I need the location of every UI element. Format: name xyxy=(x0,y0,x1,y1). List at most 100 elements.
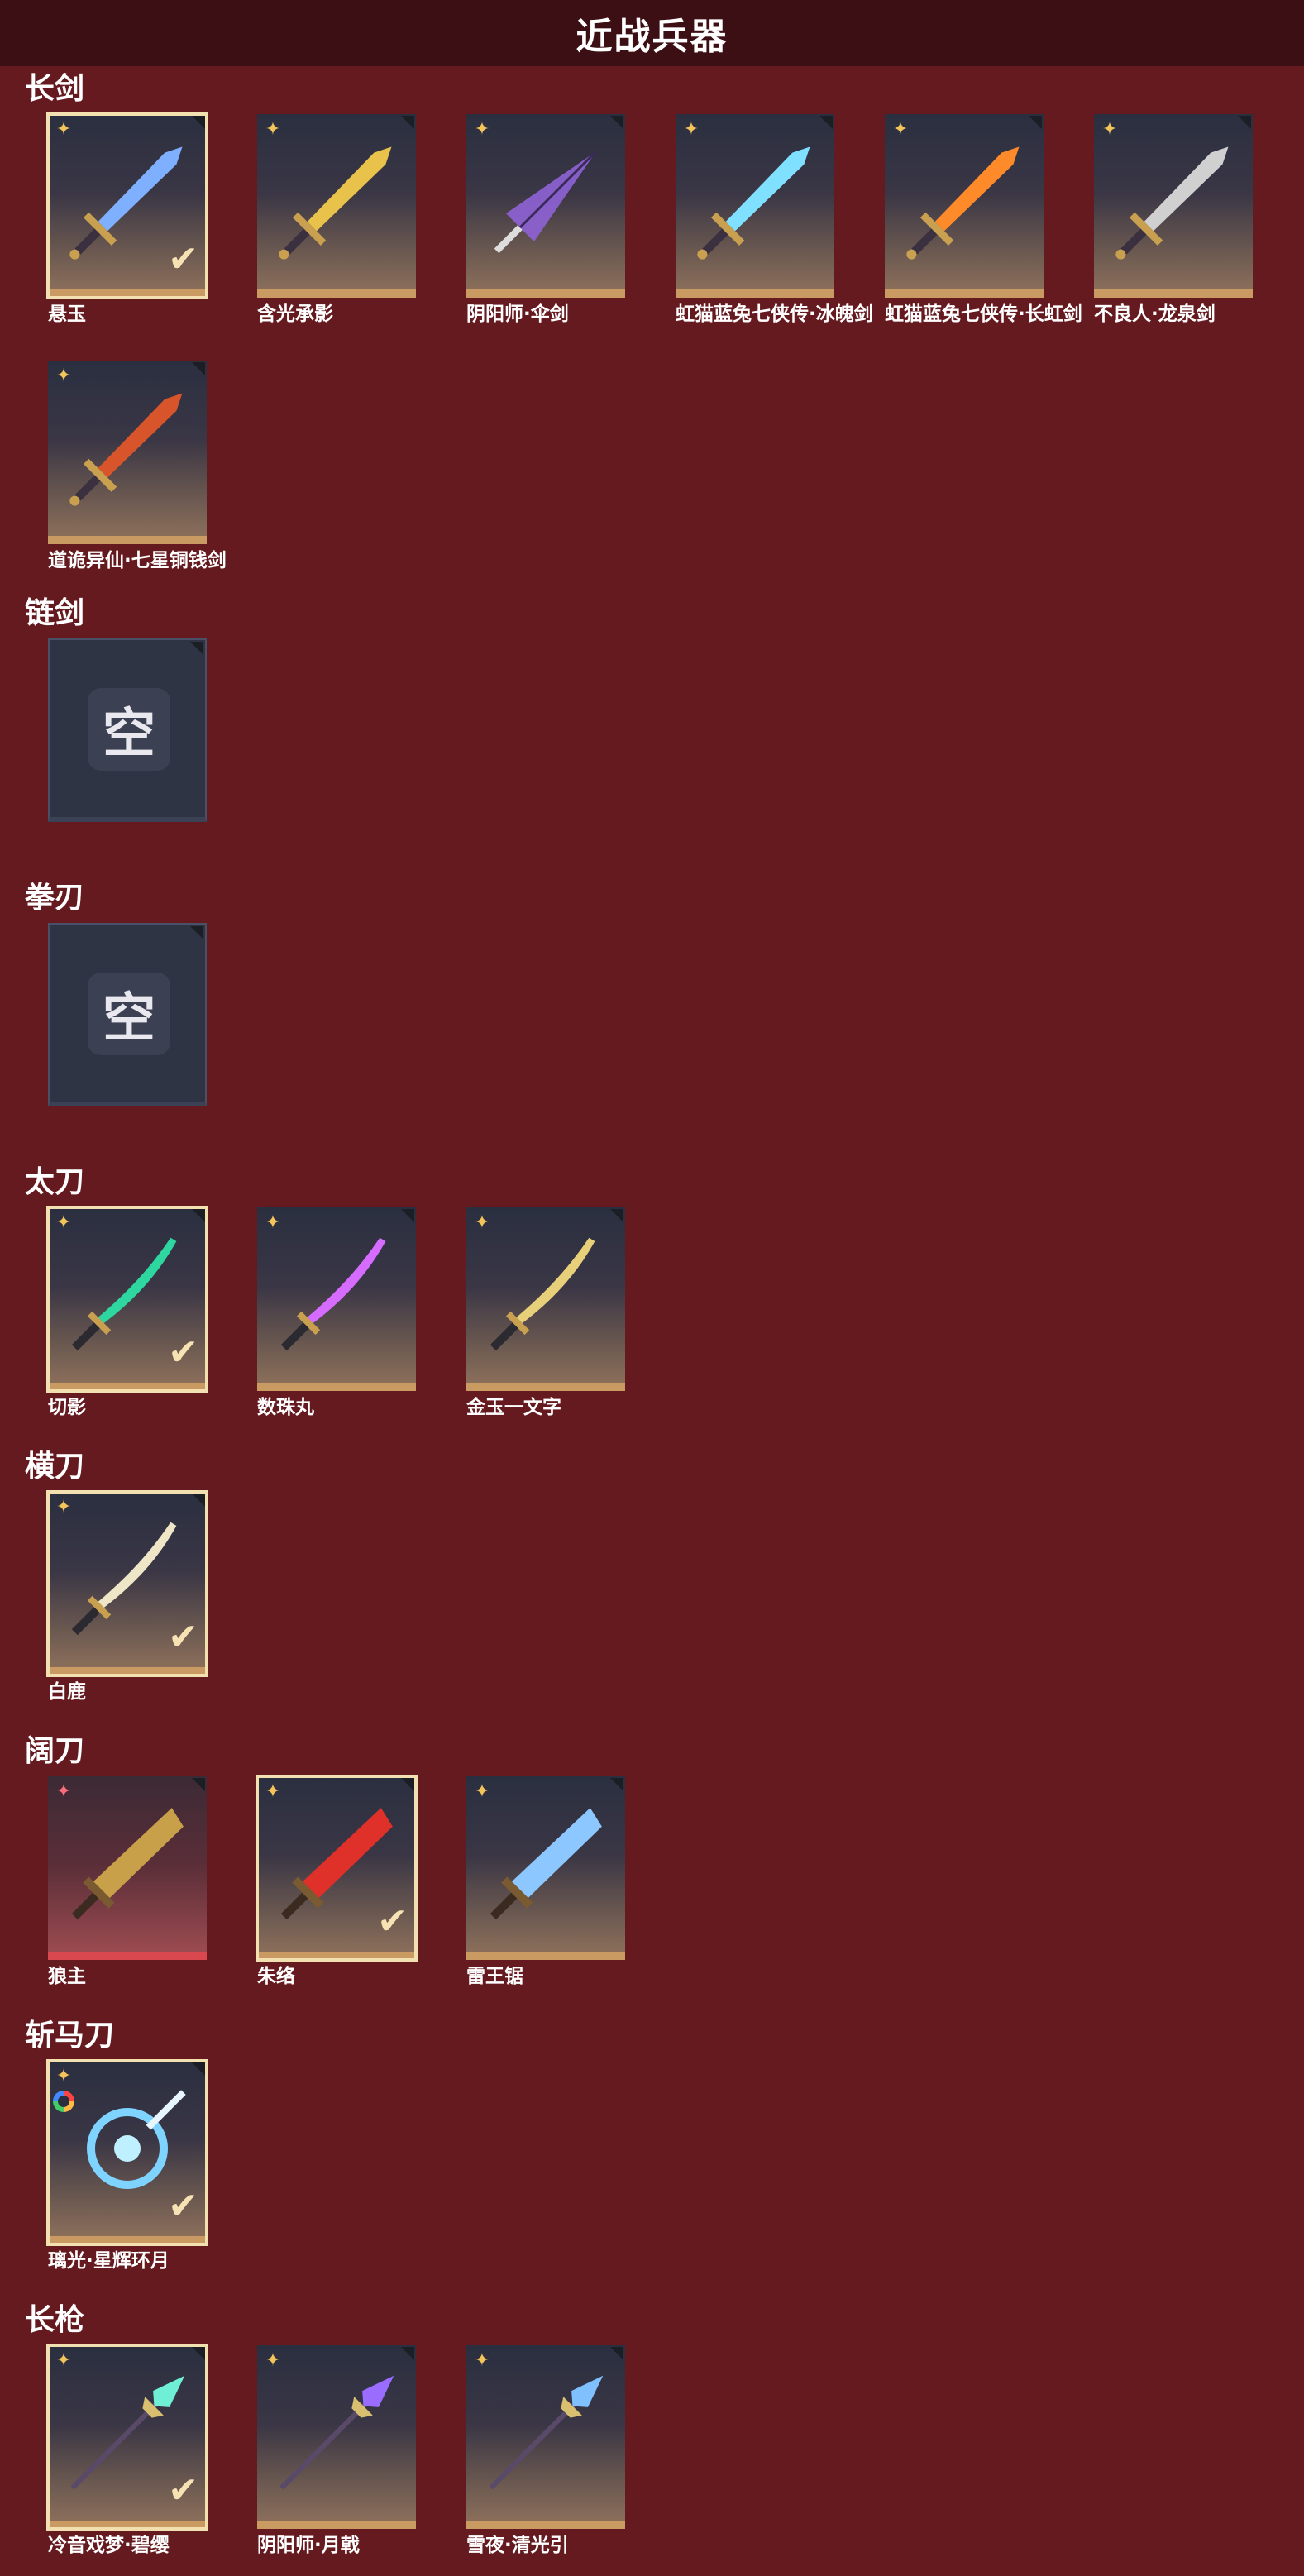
weapon-card[interactable]: ✦ ✔ xyxy=(46,2059,208,2246)
weapon-card[interactable]: ✦ xyxy=(257,2345,416,2529)
weapon-card[interactable]: ✦ xyxy=(466,2345,625,2529)
weapon-item[interactable]: ✦ 雪夜·清光引 xyxy=(466,2345,632,2557)
rarity-star-icon: ✦ xyxy=(55,119,72,140)
section-title: 阔刀 xyxy=(25,1734,85,1768)
color-ring-icon xyxy=(53,2091,74,2112)
section-title: 斩马刀 xyxy=(25,2019,115,2053)
equipped-check-icon: ✔ xyxy=(168,2185,198,2227)
weapon-art xyxy=(279,2375,394,2490)
weapon-name: 狼主 xyxy=(48,1966,86,1987)
rarity-star-icon: ✦ xyxy=(265,1212,281,1233)
weapon-art xyxy=(906,146,1020,260)
empty-slot[interactable]: 空 xyxy=(48,638,213,822)
weapon-item[interactable]: ✦ 阴阳师·月戟 xyxy=(257,2345,423,2557)
weapon-name: 虹猫蓝兔七侠传·长虹剑 xyxy=(885,303,1082,325)
weapon-card[interactable]: ✦ xyxy=(466,1207,625,1391)
weapon-name: 阴阳师·月戟 xyxy=(257,2535,360,2556)
weapon-item[interactable]: ✦ 雷王锯 xyxy=(466,1776,632,1988)
weapon-item[interactable]: ✦ 虹猫蓝兔七侠传·冰魄剑 xyxy=(676,114,873,326)
weapon-card[interactable]: ✦ xyxy=(257,114,416,298)
weapon-art xyxy=(280,1237,386,1351)
weapon-card[interactable]: ✦ ✔ xyxy=(256,1775,418,1962)
weapon-name: 悬玉 xyxy=(48,303,86,325)
section-title: 链剑 xyxy=(25,596,85,630)
weapon-name: 虹猫蓝兔七侠传·冰魄剑 xyxy=(676,303,873,325)
equipped-check-icon: ✔ xyxy=(168,2469,198,2511)
weapon-item[interactable]: ✦ ✔ 悬玉 xyxy=(46,112,213,326)
equipped-check-icon: ✔ xyxy=(168,1616,198,1658)
empty-placeholder: 空 xyxy=(50,640,208,819)
weapon-name: 雷王锯 xyxy=(466,1966,523,1987)
weapon-item[interactable]: ✦ 数珠丸 xyxy=(257,1207,423,1419)
weapon-item[interactable]: ✦ 狼主 xyxy=(48,1776,213,1988)
section-title: 长枪 xyxy=(25,2303,85,2337)
equipped-check-icon: ✔ xyxy=(168,1331,198,1374)
rarity-star-icon: ✦ xyxy=(892,119,909,140)
weapon-card[interactable]: ✦ xyxy=(48,1776,207,1960)
weapon-card[interactable]: ✦ xyxy=(257,1207,416,1391)
rarity-star-icon: ✦ xyxy=(55,366,72,386)
empty-label: 空 xyxy=(103,704,155,765)
weapon-card[interactable]: ✦ xyxy=(466,114,625,298)
weapon-card[interactable]: ✦ ✔ xyxy=(46,2344,208,2531)
rarity-star-icon: ✦ xyxy=(474,2350,490,2371)
rarity-star-icon: ✦ xyxy=(474,1212,490,1233)
weapon-name: 璃光·星辉环月 xyxy=(48,2250,170,2272)
weapon-card[interactable]: ✦ ✔ xyxy=(46,1206,208,1393)
weapon-item[interactable]: ✦ 含光承影 xyxy=(257,114,423,326)
weapon-item[interactable]: ✦ 不良人·龙泉剑 xyxy=(1094,114,1259,326)
equipped-check-icon: ✔ xyxy=(168,238,198,280)
weapon-name: 道诡异仙·七星铜钱剑 xyxy=(48,550,227,571)
weapon-item[interactable]: ✦ 金玉一文字 xyxy=(466,1207,632,1419)
weapon-name: 切影 xyxy=(48,1397,86,1418)
equipped-check-icon: ✔ xyxy=(377,1900,408,1943)
weapon-card[interactable]: ✦ xyxy=(48,361,207,544)
rarity-star-icon: ✦ xyxy=(265,1781,281,1802)
weapon-item[interactable]: ✦ 阴阳师·伞剑 xyxy=(466,114,632,326)
rarity-star-icon: ✦ xyxy=(55,1781,72,1802)
weapon-item[interactable]: ✦ ✔ 切影 xyxy=(46,1206,213,1419)
weapon-name: 数珠丸 xyxy=(257,1397,314,1418)
weapon-card[interactable]: ✦ xyxy=(885,114,1044,298)
weapon-art xyxy=(490,1237,595,1351)
weapon-card[interactable]: ✦ ✔ xyxy=(46,1490,208,1677)
section-title: 长剑 xyxy=(25,72,85,106)
empty-placeholder: 空 xyxy=(50,925,208,1103)
weapon-art xyxy=(71,1808,184,1920)
weapon-item[interactable]: ✦ ✔ 白鹿 xyxy=(46,1490,213,1704)
empty-slot-card[interactable]: 空 xyxy=(48,638,207,822)
weapon-art xyxy=(697,146,810,260)
weapon-name: 阴阳师·伞剑 xyxy=(466,303,569,325)
weapon-item[interactable]: ✦ ✔ 冷音戏梦·碧缨 xyxy=(46,2344,213,2557)
weapon-name: 金玉一文字 xyxy=(466,1397,561,1418)
weapon-item[interactable]: ✦ 虹猫蓝兔七侠传·长虹剑 xyxy=(885,114,1082,326)
weapon-name: 冷音戏梦·碧缨 xyxy=(48,2535,170,2556)
rarity-star-icon: ✦ xyxy=(474,1781,490,1802)
rarity-star-icon: ✦ xyxy=(265,2350,281,2371)
section-title: 横刀 xyxy=(25,1450,85,1484)
weapon-item[interactable]: ✦ ✔ 朱络 xyxy=(256,1775,423,1988)
empty-slot-card[interactable]: 空 xyxy=(48,923,207,1106)
section-title: 太刀 xyxy=(25,1165,85,1199)
weapon-name: 含光承影 xyxy=(257,303,333,325)
empty-slot[interactable]: 空 xyxy=(48,923,213,1106)
weapon-card[interactable]: ✦ ✔ xyxy=(46,112,208,299)
weapon-art xyxy=(279,146,392,260)
weapon-art xyxy=(490,1808,602,1920)
weapon-art xyxy=(1115,146,1229,260)
rarity-star-icon: ✦ xyxy=(265,119,281,140)
weapon-name: 不良人·龙泉剑 xyxy=(1094,303,1216,325)
weapon-item[interactable]: ✦ ✔ 璃光·星辉环月 xyxy=(46,2059,213,2273)
weapon-art xyxy=(489,2375,604,2490)
weapon-card[interactable]: ✦ xyxy=(676,114,834,298)
weapon-name: 朱络 xyxy=(257,1966,295,1987)
rarity-star-icon: ✦ xyxy=(55,1497,72,1517)
weapon-item[interactable]: ✦ 道诡异仙·七星铜钱剑 xyxy=(48,361,227,572)
rarity-star-icon: ✦ xyxy=(55,2066,72,2086)
empty-label: 空 xyxy=(103,988,155,1049)
section-title: 拳刃 xyxy=(25,881,85,915)
weapon-name: 白鹿 xyxy=(48,1681,86,1703)
weapon-card[interactable]: ✦ xyxy=(466,1776,625,1960)
weapon-card[interactable]: ✦ xyxy=(1094,114,1253,298)
rarity-star-icon: ✦ xyxy=(55,1212,72,1233)
